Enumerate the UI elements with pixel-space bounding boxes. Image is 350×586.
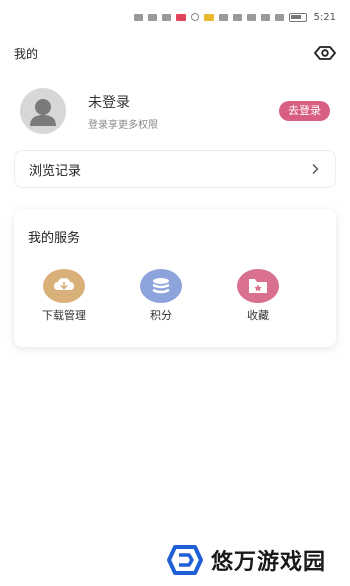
cloud-download-icon [43,269,85,303]
mute-icon [274,13,284,21]
alarm-icon [246,13,256,21]
circle-notification-icon [190,13,199,21]
header: 我的 [14,40,336,66]
folder-star-icon [237,269,279,303]
watermark: 悠万游戏园 [165,540,326,580]
signal-icon [147,13,157,21]
services-title: 我的服务 [28,231,81,246]
login-hint: 登录享更多权限 [88,119,158,131]
login-button[interactable]: 去登录 [279,101,330,121]
watermark-text: 悠万游戏园 [211,550,327,575]
avatar[interactable] [20,88,66,134]
bluetooth-icon [260,13,270,21]
eye-icon[interactable] [314,42,336,64]
service-label: 收藏 [247,309,269,322]
user-avatar-icon [30,99,56,126]
my-services-card: 我的服务 下载管理 积分 收藏 [14,209,336,347]
service-label: 下载管理 [42,309,86,322]
nfc-icon [232,13,242,21]
service-label: 积分 [150,309,172,322]
page-title: 我的 [14,46,39,61]
status-bar: 5:21 [0,0,350,34]
service-download-manager[interactable]: 下载管理 [34,269,94,323]
wifi-icon [218,13,228,21]
app-notification-icon [175,13,186,21]
service-points[interactable]: 积分 [131,269,191,323]
sim-icon [133,13,143,21]
browse-history-row[interactable]: 浏览记录 [14,150,336,188]
watermark-logo [167,545,203,575]
browse-history-label: 浏览记录 [29,163,82,179]
chevron-right-icon [312,164,319,174]
user-name: 未登录 [88,94,130,111]
status-time: 5:21 [313,11,336,23]
coins-stack-icon [140,269,182,303]
battery-icon [288,12,307,22]
service-favorites[interactable]: 收藏 [228,269,288,323]
data-speed-icon [161,13,171,21]
message-notification-icon [203,13,214,21]
profile-section[interactable]: 未登录 登录享更多权限 去登录 [20,88,336,134]
profile-text: 未登录 登录享更多权限 [88,92,279,131]
